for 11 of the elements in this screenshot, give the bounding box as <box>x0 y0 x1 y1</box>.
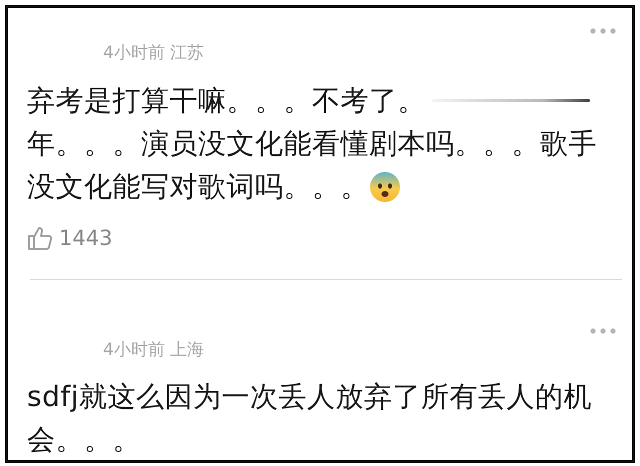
like-count: 1443 <box>59 226 112 250</box>
more-icon[interactable] <box>590 28 616 34</box>
comment-text: 没文化能写对歌词吗。。。 <box>27 170 369 204</box>
comment-meta: 4小时前 江苏 <box>103 42 204 64</box>
comment-text: 弃考是打算干嘛。。。不考了。 <box>27 84 426 118</box>
thumbs-up-icon[interactable] <box>27 225 53 251</box>
comment-meta: 4小时前 上海 <box>103 339 204 361</box>
comment-text: sdfj就这么因为一次丢人放弃了所有丢人的机 <box>27 380 592 414</box>
more-icon[interactable] <box>590 328 616 334</box>
comment-text: 会。。。 <box>27 422 141 456</box>
comment-text: 年。。。演员没文化能看懂剧本吗。。。歌手 <box>27 126 597 160</box>
